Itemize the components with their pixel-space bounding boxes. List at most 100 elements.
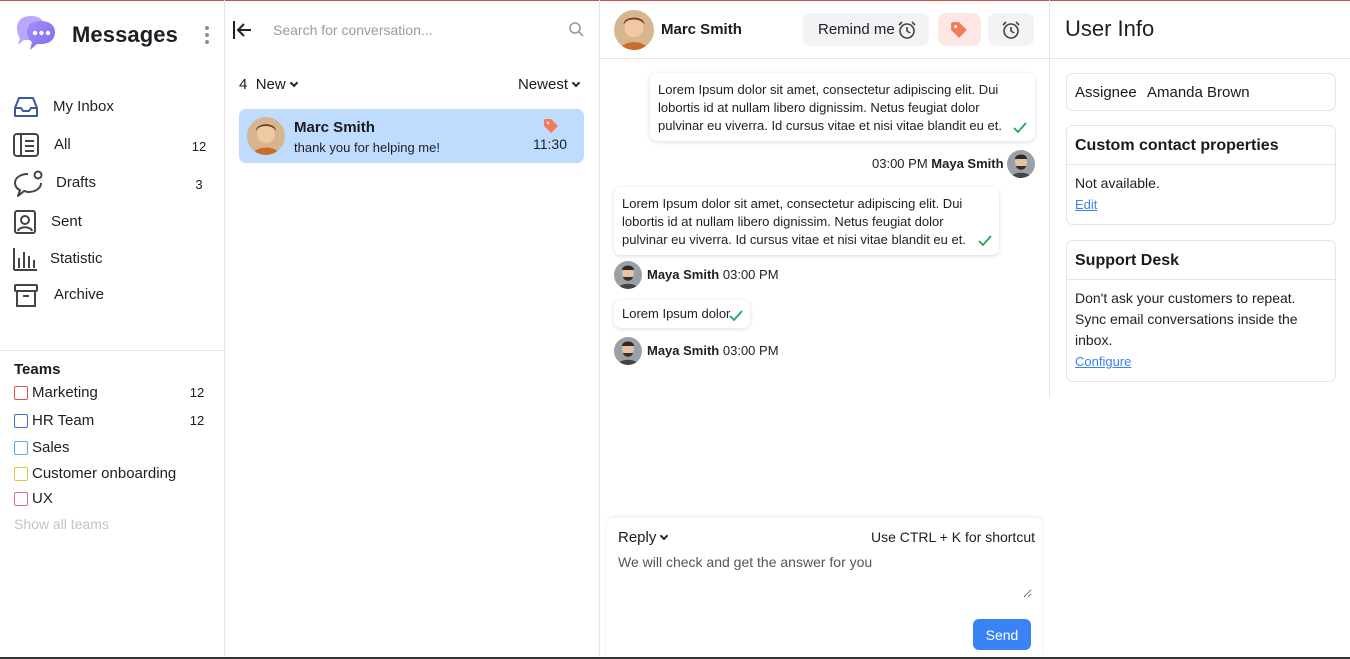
message-text: Lorem Ipsum dolor <box>622 306 731 321</box>
message-bubble: Lorem Ipsum dolor sit amet, consectetur … <box>614 187 999 255</box>
avatar <box>614 261 642 289</box>
snooze-button[interactable] <box>988 13 1034 46</box>
message-text: Lorem Ipsum dolor sit amet, consectetur … <box>622 196 966 247</box>
reply-textarea[interactable]: We will check and get the answer for you <box>618 554 1032 598</box>
sidebar-item-archive[interactable]: Archive <box>12 280 212 310</box>
edit-link[interactable]: Edit <box>1075 194 1097 215</box>
message-time: 03:00 PM <box>722 343 779 358</box>
team-item-ux[interactable]: UX <box>14 489 210 509</box>
sidebar-divider <box>0 350 224 351</box>
avatar <box>1007 150 1035 178</box>
team-label: Customer onboarding <box>32 465 177 482</box>
message-time: 03:00 PM <box>722 267 779 282</box>
sidebar-item-label: My Inbox <box>53 98 114 115</box>
message-time: 03:00 PM <box>872 156 928 171</box>
configure-link[interactable]: Configure <box>1075 351 1131 372</box>
search-icon[interactable] <box>568 21 584 37</box>
sidebar: Messages My Inbox All 12 Drafts 3 Sent S… <box>0 0 225 659</box>
assignee-card[interactable]: Assignee Amanda Brown <box>1066 73 1336 111</box>
alarm-clock-icon <box>898 21 916 39</box>
chat-draft-icon <box>14 170 43 197</box>
message-bubble: Lorem Ipsum dolor sit amet, consectetur … <box>650 73 1035 141</box>
list-icon <box>13 133 39 157</box>
team-item-sales[interactable]: Sales <box>14 438 210 458</box>
read-check-icon <box>1013 122 1027 134</box>
count-badge: 12 <box>189 385 205 400</box>
read-check-icon <box>729 310 743 322</box>
panel-title: User Info <box>1065 16 1155 41</box>
card-title: Support Desk <box>1067 241 1335 280</box>
conversation-name: Marc Smith <box>294 119 375 136</box>
message-author: Maya Smith <box>647 267 720 282</box>
search-input[interactable] <box>273 16 563 44</box>
avatar[interactable] <box>614 10 654 50</box>
count-badge: 12 <box>191 139 207 154</box>
archive-box-icon <box>14 284 38 307</box>
tag-icon <box>951 22 967 38</box>
custom-properties-card: Custom contact properties Not available.… <box>1066 125 1336 225</box>
team-item-hr-team[interactable]: HR Team 12 <box>14 411 210 431</box>
sidebar-item-my-inbox[interactable]: My Inbox <box>12 92 212 122</box>
bar-chart-icon <box>13 248 37 271</box>
count-badge: 12 <box>189 413 205 428</box>
sidebar-item-sent[interactable]: Sent <box>12 207 212 237</box>
chevron-down-icon <box>571 78 581 88</box>
sort-dropdown[interactable]: Newest <box>518 76 581 93</box>
team-color-checkbox[interactable] <box>14 492 28 506</box>
teams-heading: Teams <box>14 361 61 378</box>
sidebar-item-statistic[interactable]: Statistic <box>12 244 212 274</box>
remind-me-button[interactable]: Remind me <box>803 13 929 46</box>
team-color-checkbox[interactable] <box>14 441 28 455</box>
alarm-clock-icon <box>1002 21 1020 39</box>
team-item-marketing[interactable]: Marketing 12 <box>14 383 210 403</box>
assignee-value: Amanda Brown <box>1147 84 1250 101</box>
assignee-label: Assignee <box>1075 84 1137 101</box>
status-filter-dropdown[interactable]: 4 New <box>239 76 298 93</box>
conversation-list-panel: 4 New Newest Marc Smith thank you for he… <box>225 0 600 659</box>
team-color-checkbox[interactable] <box>14 467 28 481</box>
show-all-teams-link[interactable]: Show all teams <box>14 516 109 532</box>
message-author: Maya Smith <box>647 343 720 358</box>
chat-bubbles-logo <box>17 16 55 50</box>
user-info-panel: User Info Assignee Amanda Brown Custom c… <box>1049 0 1350 398</box>
collapse-panel-icon[interactable] <box>231 19 253 41</box>
custom-props-text: Not available. <box>1075 175 1160 191</box>
sidebar-item-label: Sent <box>51 213 82 230</box>
chevron-down-icon <box>660 531 669 541</box>
tag-icon <box>544 119 558 133</box>
team-label: Marketing <box>32 384 98 401</box>
team-label: HR Team <box>32 412 95 429</box>
avatar <box>247 117 285 155</box>
count-badge: 3 <box>195 177 203 192</box>
chat-panel: Marc Smith Remind me Lorem Ipsum dolor s… <box>600 0 1049 659</box>
filter-count: 4 <box>239 76 248 93</box>
tag-button[interactable] <box>938 13 981 46</box>
contact-name: Marc Smith <box>661 21 742 38</box>
conversation-preview: thank you for helping me! <box>294 140 440 155</box>
inbox-icon <box>14 97 38 117</box>
panel-divider <box>1050 58 1350 59</box>
message-meta: Maya Smith 03:00 PM <box>647 267 779 282</box>
team-color-checkbox[interactable] <box>14 414 28 428</box>
chevron-down-icon <box>289 78 298 88</box>
sidebar-item-all[interactable]: All 12 <box>12 130 212 160</box>
send-button[interactable]: Send <box>973 619 1031 650</box>
reply-mode-dropdown[interactable]: Reply <box>618 529 669 546</box>
message-meta: 03:00 PM Maya Smith <box>872 156 1004 171</box>
message-author: Maya Smith <box>931 156 1004 171</box>
more-options-icon[interactable] <box>200 24 214 46</box>
message-meta: Maya Smith 03:00 PM <box>647 343 779 358</box>
support-text: Don't ask your customers to repeat. Sync… <box>1075 290 1298 348</box>
sidebar-item-drafts[interactable]: Drafts 3 <box>12 168 212 198</box>
chat-header: Marc Smith Remind me <box>600 0 1049 59</box>
team-item-customer-onboarding[interactable]: Customer onboarding <box>14 464 210 484</box>
conversation-item[interactable]: Marc Smith thank you for helping me! 11:… <box>239 109 584 163</box>
reply-mode-label: Reply <box>618 529 657 546</box>
team-label: Sales <box>32 439 70 456</box>
card-title: Custom contact properties <box>1067 126 1335 165</box>
app-title: Messages <box>72 22 178 47</box>
message-text: Lorem Ipsum dolor sit amet, consectetur … <box>658 82 1002 133</box>
team-color-checkbox[interactable] <box>14 386 28 400</box>
read-check-icon <box>978 235 992 247</box>
reply-composer: Reply Use CTRL + K for shortcut We will … <box>607 518 1042 659</box>
